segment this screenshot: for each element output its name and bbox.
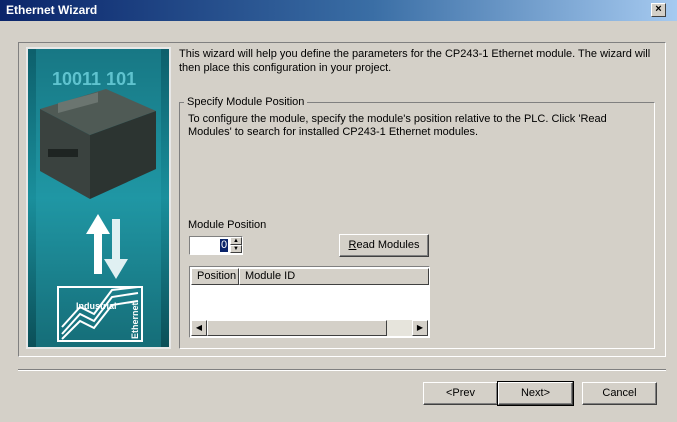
cancel-button[interactable]: Cancel: [582, 382, 657, 405]
binary-text: 10011 101: [52, 69, 136, 89]
module-position-value[interactable]: 0: [220, 239, 228, 252]
badge-ethernet: Ethernet: [130, 302, 140, 339]
horizontal-scrollbar[interactable]: ◀ ▶: [191, 320, 428, 336]
next-label: Next>: [520, 387, 551, 399]
spin-up-icon: ▲: [233, 238, 239, 244]
window-title: Ethernet Wizard: [6, 3, 98, 17]
scroll-thumb[interactable]: [207, 320, 387, 336]
scroll-left-button[interactable]: ◀: [191, 320, 207, 336]
badge-industrial: Industrial: [76, 301, 117, 311]
cancel-label: Cancel: [602, 387, 637, 399]
read-modules-label: ead Modules: [356, 239, 420, 251]
spin-down-icon: ▼: [233, 246, 239, 252]
next-button[interactable]: Next>: [497, 381, 574, 406]
module-position-spinner[interactable]: 0 ▲ ▼: [189, 236, 243, 255]
spin-down-button[interactable]: ▼: [230, 245, 242, 253]
column-header-position[interactable]: Position: [191, 268, 239, 285]
scroll-right-button[interactable]: ▶: [412, 320, 428, 336]
arrow-left-icon: ◀: [195, 323, 203, 332]
wizard-illustration: 10011 101 Industrial Ethernet: [26, 47, 171, 349]
close-button[interactable]: ×: [651, 3, 666, 17]
prev-label: <Prev: [445, 387, 476, 399]
read-modules-button[interactable]: Read Modules: [339, 234, 429, 257]
prev-button[interactable]: <Prev: [423, 382, 498, 405]
footer-separator: [18, 369, 666, 371]
spin-up-button[interactable]: ▲: [230, 237, 242, 245]
module-position-label: Module Position: [188, 219, 267, 231]
group-description: To configure the module, specify the mod…: [188, 113, 607, 138]
arrow-right-icon: ▶: [416, 323, 424, 332]
plc-ethernet-graphic: 10011 101 Industrial Ethernet: [28, 49, 169, 347]
title-bar[interactable]: Ethernet Wizard ×: [0, 0, 677, 21]
column-header-module-id[interactable]: Module ID: [239, 268, 429, 285]
ethernet-wizard-window: Ethernet Wizard × 10011 101 Industrial E…: [0, 0, 677, 422]
module-list[interactable]: Position Module ID ◀ ▶: [189, 266, 430, 338]
group-legend: Specify Module Position: [184, 96, 308, 108]
close-icon: ×: [655, 3, 662, 15]
intro-text: This wizard will help you define the par…: [179, 48, 651, 74]
